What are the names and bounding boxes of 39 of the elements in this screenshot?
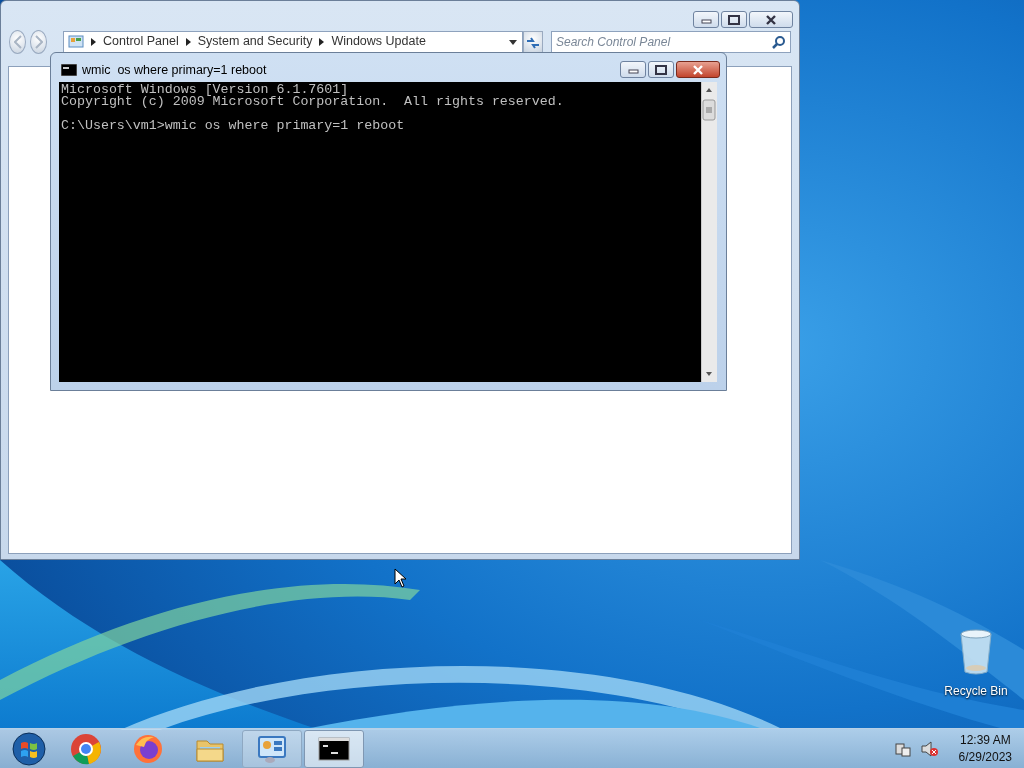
breadcrumb-link[interactable]: System and Security bbox=[197, 32, 313, 51]
chrome-icon bbox=[70, 732, 102, 765]
firefox-icon bbox=[132, 732, 164, 765]
clock-date: 6/29/2023 bbox=[958, 748, 1012, 766]
console-icon bbox=[61, 64, 77, 77]
breadcrumb-link[interactable]: Control Panel bbox=[103, 32, 179, 51]
search-icon bbox=[771, 34, 786, 50]
network-icon[interactable] bbox=[894, 740, 911, 757]
maximize-button[interactable] bbox=[648, 61, 674, 78]
close-icon bbox=[765, 14, 777, 25]
control-panel-icon bbox=[68, 34, 84, 49]
search-field[interactable]: Search Control Panel bbox=[551, 30, 791, 53]
windows-logo-icon bbox=[12, 731, 46, 766]
maximize-icon bbox=[655, 64, 667, 75]
recycle-bin-icon[interactable] bbox=[957, 628, 995, 678]
close-icon bbox=[692, 64, 704, 75]
refresh-button[interactable] bbox=[523, 30, 543, 53]
cursor-icon bbox=[394, 568, 407, 588]
clock[interactable]: 12:39 AM 6/29/2023 bbox=[958, 731, 1012, 766]
icon-label: Recycle Bin bbox=[944, 683, 1008, 700]
chevron-icon bbox=[90, 36, 97, 47]
clock-time: 12:39 AM bbox=[958, 731, 1012, 749]
command-line: C:\Users\vm1>wmic os where primary=1 reboot bbox=[61, 120, 406, 132]
muted-speaker-icon[interactable] bbox=[920, 740, 939, 757]
maximize-icon bbox=[728, 14, 740, 25]
close-button[interactable] bbox=[749, 11, 793, 28]
breadcrumb-link[interactable]: Windows Update bbox=[331, 32, 426, 51]
chevron-icon bbox=[184, 36, 192, 47]
dropdown-arrow-icon bbox=[508, 37, 518, 46]
console-output-line: Copyright (c) 2009 Microsoft Corporation. All rights reserved. bbox=[61, 96, 565, 108]
chevron-icon bbox=[318, 36, 326, 47]
minimize-button[interactable] bbox=[693, 11, 719, 28]
address-bar[interactable]: Control Panel System and Security Windows Update bbox=[63, 30, 523, 53]
console-output-line: Microsoft Windows [Version 6.1.7601] bbox=[61, 84, 349, 96]
taskbar-button[interactable] bbox=[304, 729, 364, 768]
minimize-button[interactable] bbox=[620, 61, 646, 78]
window-title: wmic os where primary=1 reboot bbox=[82, 62, 267, 79]
maximize-button[interactable] bbox=[721, 11, 747, 28]
close-button[interactable] bbox=[676, 61, 720, 78]
